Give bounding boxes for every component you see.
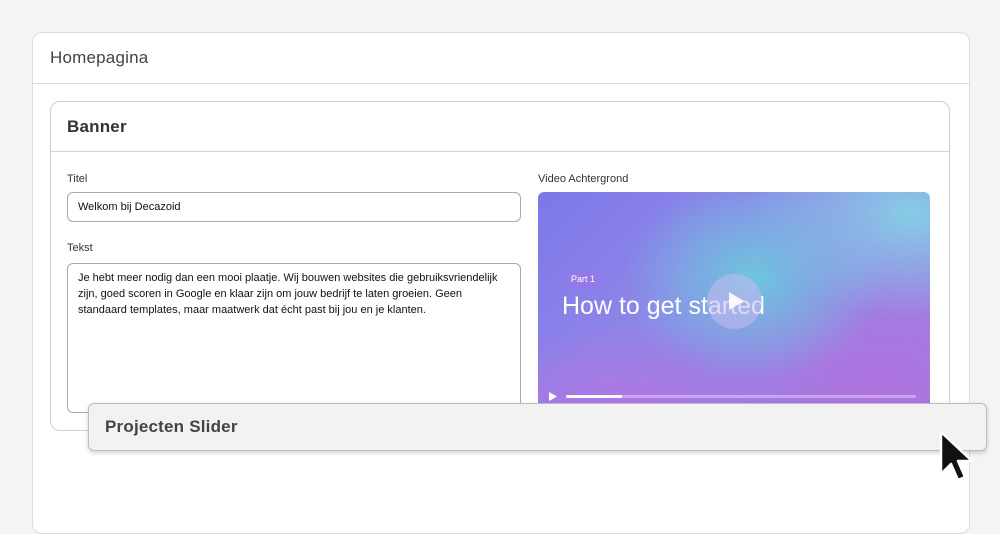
homepage-title: Homepagina — [33, 33, 969, 84]
titel-label: Titel — [67, 173, 88, 185]
video-controls — [548, 391, 920, 403]
video-player[interactable]: Part 1 How to get started — [538, 192, 930, 406]
banner-title: Banner — [51, 102, 949, 152]
banner-card: Banner Titel Welkom bij Decazoid Tekst J… — [50, 101, 950, 431]
projecten-slider-card[interactable]: Projecten Slider — [88, 403, 987, 451]
cursor-arrow-icon — [939, 430, 974, 482]
titel-input-value: Welkom bij Decazoid — [78, 201, 181, 213]
titel-input[interactable]: Welkom bij Decazoid — [67, 192, 521, 222]
video-progress-bar[interactable] — [566, 395, 916, 398]
tekst-label: Tekst — [67, 242, 93, 254]
play-button[interactable] — [707, 274, 762, 329]
tekst-textarea[interactable]: Je hebt meer nodig dan een mooi plaatje.… — [67, 263, 521, 413]
video-part-badge: Part 1 — [564, 272, 603, 287]
homepage-card: Homepagina Banner Titel Welkom bij Decaz… — [32, 32, 970, 534]
play-icon-small[interactable] — [548, 391, 558, 402]
projecten-slider-title: Projecten Slider — [105, 417, 238, 436]
video-progress-fill — [566, 395, 622, 398]
tekst-textarea-value: Je hebt meer nodig dan een mooi plaatje.… — [78, 272, 498, 316]
video-label: Video Achtergrond — [538, 173, 629, 185]
play-icon — [729, 292, 744, 310]
